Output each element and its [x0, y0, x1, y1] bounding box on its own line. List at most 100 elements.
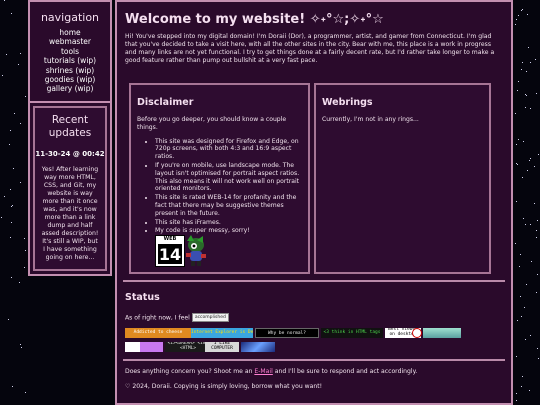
- nav-link-webmaster[interactable]: webmaster: [30, 37, 110, 46]
- star: [517, 90, 519, 92]
- star: [20, 53, 22, 55]
- star: [525, 95, 527, 97]
- star: [535, 237, 537, 239]
- star: [517, 320, 519, 322]
- nav-link-goodies[interactable]: goodies (wip): [30, 75, 110, 84]
- star: [527, 170, 529, 172]
- badge-why-normal[interactable]: Why be normal?: [255, 328, 319, 338]
- star: [522, 141, 524, 143]
- recent-updates-date: 11-30-24 @ 00:42: [35, 150, 105, 158]
- star: [525, 93, 527, 95]
- star: [519, 253, 521, 255]
- star: [518, 265, 520, 267]
- star: [524, 338, 526, 340]
- nav-link-gallery[interactable]: gallery (wip): [30, 84, 110, 93]
- recent-updates-box: Recent updates 11-30-24 @ 00:42 Yes! Aft…: [33, 106, 107, 271]
- star: [522, 375, 524, 377]
- star: [11, 204, 13, 206]
- footer: Does anything concern you? Shoot me an E…: [125, 368, 503, 391]
- disclaimer-lead: Before you go deeper, you should know a …: [137, 116, 287, 131]
- star: [515, 355, 517, 357]
- badge-html-tags[interactable]: <3 think in HTML tags: [321, 328, 383, 338]
- star: [526, 283, 528, 285]
- star: [519, 295, 521, 297]
- nav-link-tools[interactable]: tools: [30, 47, 110, 56]
- star: [534, 166, 536, 168]
- main-panel: Welcome to my website! ✧˖°☆;✧˖°☆ Hi! You…: [115, 0, 513, 405]
- star: [1, 75, 3, 77]
- star: [4, 0, 6, 2]
- star: [10, 206, 12, 208]
- welcome-header: Welcome to my website! ✧˖°☆;✧˖°☆ Hi! You…: [125, 12, 503, 65]
- mascot-icon: [186, 235, 206, 266]
- star: [516, 163, 518, 165]
- disclaimer-list: This site was designed for Firefox and E…: [137, 138, 302, 236]
- star: [529, 108, 531, 110]
- badge-no-symbol[interactable]: [412, 328, 422, 338]
- recent-updates-panel: Recent updates 11-30-24 @ 00:42 Yes! Aft…: [28, 101, 112, 276]
- star: [528, 46, 530, 48]
- nav-link-tutorials[interactable]: tutorials (wip): [30, 56, 110, 65]
- badge-teal[interactable]: [423, 328, 461, 338]
- star: [20, 182, 22, 184]
- rating-number: 14: [158, 244, 182, 264]
- webrings-text: Currently, I'm not in any rings...: [322, 116, 419, 123]
- badge-blue-art[interactable]: [241, 342, 275, 352]
- star: [14, 112, 16, 114]
- star: [521, 315, 523, 317]
- star: [536, 273, 538, 275]
- star: [10, 12, 12, 14]
- star: [522, 62, 524, 64]
- star: [530, 62, 532, 64]
- status-section: Status As of right now, I feel accomplis…: [125, 292, 503, 322]
- star: [535, 58, 537, 60]
- star: [518, 80, 520, 82]
- copyright: ♡ 2024, Doraii. Copying is simply loving…: [125, 382, 323, 390]
- star: [515, 143, 517, 145]
- status-title: Status: [125, 292, 160, 303]
- mood-badge: accomplished: [191, 313, 229, 322]
- star: [523, 218, 525, 220]
- star: [524, 106, 526, 108]
- star: [516, 400, 518, 402]
- intro-paragraph: Hi! You've stepped into my digital domai…: [125, 33, 495, 64]
- star: [537, 347, 539, 349]
- nav-link-shrines[interactable]: shrines (wip): [30, 66, 110, 75]
- star: [528, 389, 530, 391]
- star: [516, 162, 518, 164]
- status-line: As of right now, I feel accomplished: [125, 313, 503, 322]
- star: [19, 281, 21, 283]
- badge-i-like-computer[interactable]: I LIKE COMPUTER: [205, 342, 239, 352]
- star: [533, 202, 535, 204]
- star: [535, 92, 537, 94]
- star: [515, 392, 517, 394]
- navigation-panel: navigation home webmaster tools tutorial…: [28, 0, 112, 103]
- badge-ie-dead[interactable]: Internet Explorer is Dead: [191, 328, 253, 338]
- star: [521, 68, 523, 70]
- disclaimer-item: This site has iFrames.: [155, 219, 302, 227]
- star: [521, 8, 523, 10]
- nav-link-home[interactable]: home: [30, 28, 110, 37]
- star: [526, 71, 528, 73]
- star: [5, 54, 7, 56]
- disclaimer-item: If you're on mobile, use landscape mode.…: [155, 162, 302, 193]
- star: [11, 222, 13, 224]
- star: [536, 229, 538, 231]
- star: [24, 250, 26, 252]
- star: [518, 139, 520, 141]
- badge-small-logo[interactable]: [125, 342, 163, 352]
- divider: [123, 359, 505, 361]
- star: [528, 159, 530, 161]
- email-link[interactable]: E-Mail: [254, 368, 272, 375]
- star: [514, 242, 516, 244]
- star: [530, 158, 532, 160]
- star: [18, 63, 20, 65]
- star: [516, 19, 518, 21]
- star: [518, 15, 520, 17]
- navigation-list: home webmaster tools tutorials (wip) shr…: [30, 28, 110, 94]
- disclaimer-item: This site is rated WEB-14 for profanity …: [155, 194, 302, 217]
- disclaimer-box: Disclaimer Before you go deeper, you sho…: [129, 83, 310, 274]
- button-wall: Addicted to cheese Internet Explorer is …: [125, 328, 485, 356]
- badge-cheese[interactable]: Addicted to cheese: [125, 328, 191, 338]
- star: [520, 9, 522, 11]
